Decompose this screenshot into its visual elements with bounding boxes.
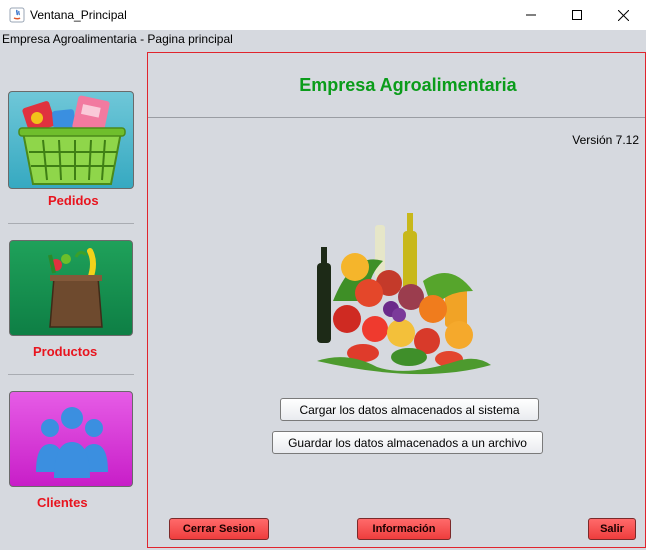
load-data-button[interactable]: Cargar los datos almacenados al sistema [280, 398, 539, 421]
divider [8, 374, 134, 375]
minimize-button[interactable] [508, 0, 554, 30]
sidebar-item-label: Clientes [37, 495, 88, 510]
save-data-button[interactable]: Guardar los datos almacenados a un archi… [272, 431, 543, 454]
frame-label: Empresa Agroalimentaria - Pagina princip… [2, 32, 233, 46]
divider [148, 117, 645, 118]
close-icon [617, 9, 629, 21]
sidebar-item-label: Pedidos [48, 193, 99, 208]
main-panel: Empresa Agroalimentaria Versión 7.12 Car… [147, 52, 646, 548]
java-app-icon [9, 7, 25, 23]
exit-button[interactable]: Salir [588, 518, 636, 540]
maximize-button[interactable] [554, 0, 600, 30]
info-button[interactable]: Información [357, 518, 451, 540]
minimize-icon [526, 14, 536, 16]
people-icon [36, 407, 108, 478]
page-title: Empresa Agroalimentaria [299, 75, 517, 95]
maximize-icon [572, 10, 582, 20]
divider [8, 223, 134, 224]
hero-image [303, 201, 503, 381]
window-titlebar: Ventana_Principal [0, 0, 646, 30]
version-label: Versión 7.12 [572, 133, 639, 147]
close-button[interactable] [600, 0, 646, 30]
grocery-bag-icon [48, 248, 103, 328]
fruits-vegetables-icon [317, 213, 491, 375]
logout-button[interactable]: Cerrar Sesion [169, 518, 269, 540]
window-title: Ventana_Principal [30, 8, 127, 22]
sidebar-item-productos[interactable] [9, 240, 133, 336]
sidebar-item-clientes[interactable] [9, 391, 133, 487]
sidebar-item-pedidos[interactable] [8, 91, 134, 189]
shopping-basket-icon [18, 95, 126, 185]
main-frame: Empresa Agroalimentaria - Pagina princip… [0, 30, 646, 550]
sidebar-item-label: Productos [33, 344, 98, 359]
